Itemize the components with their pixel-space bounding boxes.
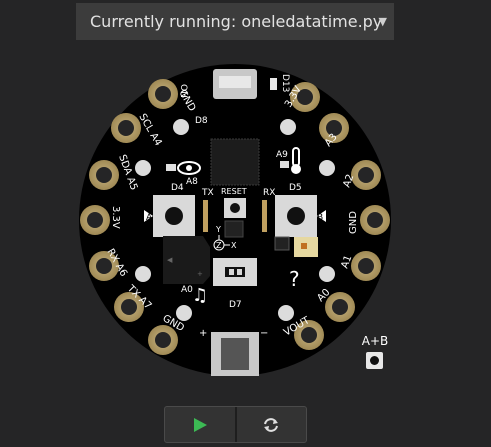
label-d5: D5 — [289, 183, 302, 193]
circuit-playground-board: GND 3.3V A3 A2 GND A1 A0 VOUT GND TX A7 … — [79, 64, 391, 376]
label-3v-left: 3.3V — [110, 206, 121, 229]
pad-a1[interactable] — [351, 251, 381, 281]
label-gnd-right: GND — [348, 211, 359, 234]
neopixel-led — [135, 160, 151, 176]
ab-button-label: A+B — [361, 334, 389, 348]
d13-led — [270, 78, 277, 90]
label-d13: D13 — [280, 74, 290, 92]
label-tx: TX — [201, 188, 214, 198]
rx-led-strip — [262, 200, 267, 232]
program-selector[interactable]: Currently running: oneledatatime.py ▼ — [76, 3, 394, 40]
svg-text:A: A — [146, 213, 153, 223]
ear-icon: ? — [289, 267, 300, 291]
pad-3v-left[interactable] — [80, 205, 110, 235]
label-minus: − — [260, 328, 268, 339]
tx-led-strip — [203, 200, 208, 232]
microcontroller-chip — [210, 138, 260, 186]
neopixel-led — [135, 266, 151, 282]
label-on: ON — [178, 84, 188, 98]
svg-text:Y: Y — [215, 225, 221, 234]
label-rx: RX — [263, 188, 275, 198]
restart-icon — [264, 417, 279, 432]
label-d4: D4 — [171, 183, 184, 193]
pad-a5[interactable] — [89, 160, 119, 190]
dropdown-arrow-icon: ▼ — [378, 15, 387, 28]
reset-button[interactable] — [224, 198, 246, 218]
simulator-toolbar — [164, 406, 307, 443]
temp-sensor — [280, 161, 289, 168]
music-note-icon: ♫ — [192, 285, 208, 306]
accelerometer-chip — [224, 220, 244, 238]
ir-receiver — [274, 236, 290, 251]
play-icon — [193, 417, 207, 432]
svg-text:B: B — [317, 213, 323, 223]
label-d8: D8 — [195, 116, 208, 126]
svg-text:+: + — [197, 270, 203, 278]
svg-text:◀: ◀ — [167, 256, 173, 264]
pad-a2[interactable] — [351, 160, 381, 190]
neopixel-led — [319, 160, 335, 176]
neopixel-led — [280, 119, 296, 135]
pad-gnd-right-upper[interactable] — [360, 205, 390, 235]
play-button[interactable] — [165, 407, 235, 442]
neopixel-led — [176, 305, 192, 321]
program-selector-label: Currently running: oneledatatime.py — [90, 12, 383, 31]
ab-button[interactable] — [366, 352, 383, 369]
slide-switch[interactable] — [213, 258, 257, 286]
neopixel-led — [278, 305, 294, 321]
board-body — [79, 64, 391, 376]
label-a8: A8 — [186, 177, 198, 187]
neopixel-led — [173, 119, 189, 135]
neopixel-led — [319, 266, 335, 282]
pad-gnd-top[interactable] — [148, 79, 178, 109]
label-d7: D7 — [229, 300, 242, 310]
label-reset: RESET — [221, 187, 247, 196]
light-sensor — [166, 164, 176, 171]
restart-button[interactable] — [234, 407, 307, 442]
label-a9: A9 — [276, 150, 288, 160]
label-plus: + — [199, 328, 207, 339]
svg-text:X: X — [231, 241, 237, 250]
svg-text:Z: Z — [216, 241, 222, 250]
